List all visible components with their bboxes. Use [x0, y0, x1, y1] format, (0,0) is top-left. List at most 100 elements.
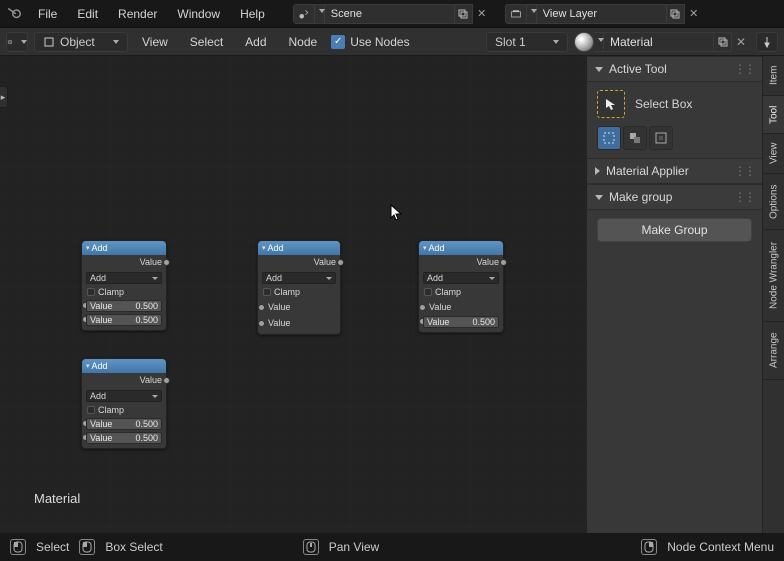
slot-selector[interactable]: Slot 1	[486, 32, 568, 52]
top-menubar: File Edit Render Window Help Scene ✕ Vie…	[0, 0, 784, 28]
node-math-add-1[interactable]: Add Value Add Clamp Value0.500 Value0.50…	[81, 240, 167, 331]
select-box-tool-icon[interactable]	[597, 90, 625, 118]
node-math-add-4[interactable]: Add Value Add Clamp Value Value0.500	[418, 240, 504, 333]
select-mode-set[interactable]	[597, 126, 621, 150]
tab-options[interactable]: Options	[763, 174, 784, 230]
editor-type-selector[interactable]	[6, 32, 28, 52]
drag-grip-icon[interactable]: ⋮⋮	[734, 62, 754, 76]
mouse-middle-icon	[303, 539, 319, 555]
menu-node[interactable]: Node	[281, 35, 326, 49]
tab-node-wrangler[interactable]: Node Wrangler	[763, 230, 784, 322]
status-box-select: Box Select	[105, 540, 162, 554]
section-material-applier[interactable]: Material Applier ⋮⋮	[587, 158, 762, 184]
clamp-checkbox[interactable]: Clamp	[86, 286, 162, 298]
menu-help[interactable]: Help	[232, 4, 273, 24]
viewlayer-browse[interactable]	[527, 4, 537, 24]
disclosure-icon	[595, 195, 603, 200]
menu-edit[interactable]: Edit	[69, 4, 106, 24]
material-new-button[interactable]	[714, 32, 732, 52]
tab-view[interactable]: View	[763, 134, 784, 174]
tab-tool[interactable]: Tool	[763, 96, 784, 134]
active-tool-display: Select Box	[597, 90, 752, 118]
socket-in[interactable]	[419, 304, 426, 311]
select-mode-extend[interactable]	[623, 126, 647, 150]
active-tool-label: Select Box	[635, 97, 692, 111]
viewlayer-new-button[interactable]	[667, 4, 685, 24]
node-title[interactable]: Add	[258, 241, 340, 255]
scene-browse[interactable]	[315, 4, 325, 24]
scene-name-input[interactable]: Scene	[325, 4, 455, 24]
viewlayer-name-input[interactable]: View Layer	[537, 4, 667, 24]
status-bar: Select Box Select Pan View Node Context …	[0, 533, 784, 561]
checkbox-icon: ✓	[331, 35, 345, 49]
operation-dropdown[interactable]: Add	[423, 272, 499, 284]
material-path-label: Material	[34, 491, 80, 506]
mouse-right-icon	[641, 539, 657, 555]
socket-out[interactable]	[500, 259, 507, 266]
socket-out[interactable]	[163, 377, 170, 384]
node-title[interactable]: Add	[419, 241, 503, 255]
tab-item[interactable]: Item	[763, 56, 784, 96]
toolbar-expand-handle[interactable]: ▸	[0, 86, 8, 108]
node-title[interactable]: Add	[82, 241, 166, 255]
use-nodes-label: Use Nodes	[350, 35, 409, 49]
menu-view[interactable]: View	[134, 35, 176, 49]
n-panel: Active Tool ⋮⋮ Select Box Materi	[586, 56, 784, 533]
node-output-value: Value	[419, 255, 503, 269]
status-pan-view: Pan View	[329, 540, 379, 554]
section-make-group[interactable]: Make group ⋮⋮	[587, 184, 762, 210]
node-title[interactable]: Add	[82, 359, 166, 373]
viewlayer-icon[interactable]	[505, 4, 527, 24]
node-math-add-3[interactable]: Add Value Add Clamp Value Value	[257, 240, 341, 335]
socket-in[interactable]	[258, 320, 265, 327]
operation-dropdown[interactable]: Add	[262, 272, 336, 284]
menu-select[interactable]: Select	[182, 35, 231, 49]
menu-file[interactable]: File	[30, 4, 65, 24]
node-editor-viewport[interactable]: ▸ Add Value Add Clamp Value0.500 Value0.…	[0, 56, 586, 533]
section-title: Make group	[609, 190, 672, 204]
operation-dropdown[interactable]: Add	[86, 390, 162, 402]
menu-render[interactable]: Render	[110, 4, 165, 24]
drag-grip-icon[interactable]: ⋮⋮	[734, 164, 754, 178]
scene-delete-button[interactable]: ✕	[473, 4, 491, 24]
input-label: Value	[423, 302, 451, 312]
socket-out[interactable]	[163, 259, 170, 266]
n-panel-tabs: Item Tool View Options Node Wrangler Arr…	[762, 56, 784, 533]
status-context-menu: Node Context Menu	[667, 540, 774, 554]
node-math-add-2[interactable]: Add Value Add Clamp Value0.500 Value0.50…	[81, 358, 167, 449]
viewlayer-delete-button[interactable]: ✕	[685, 4, 703, 24]
value-field-2[interactable]: Value0.500	[423, 316, 499, 328]
socket-in[interactable]	[258, 304, 265, 311]
material-browse[interactable]	[594, 32, 604, 52]
socket-out[interactable]	[337, 259, 344, 266]
select-mode-buttons	[597, 126, 752, 150]
make-group-button[interactable]: Make Group	[597, 218, 752, 242]
value-field-2[interactable]: Value0.500	[86, 314, 162, 326]
scene-icon[interactable]	[293, 4, 315, 24]
disclosure-icon	[595, 67, 603, 72]
material-datablock: Material ✕	[574, 32, 750, 52]
menu-add[interactable]: Add	[237, 35, 274, 49]
use-nodes-toggle[interactable]: ✓ Use Nodes	[331, 35, 409, 49]
tab-arrange[interactable]: Arrange	[763, 322, 784, 380]
mouse-left-drag-icon	[79, 539, 95, 555]
clamp-checkbox[interactable]: Clamp	[423, 286, 499, 298]
menu-window[interactable]: Window	[169, 4, 228, 24]
value-field-1[interactable]: Value0.500	[86, 300, 162, 312]
object-mode-selector[interactable]: Object	[34, 32, 128, 52]
operation-dropdown[interactable]: Add	[86, 272, 162, 284]
pin-toggle[interactable]	[756, 32, 778, 52]
select-mode-subtract[interactable]	[649, 126, 673, 150]
material-unlink-button[interactable]: ✕	[732, 32, 750, 52]
value-field-1[interactable]: Value0.500	[86, 418, 162, 430]
value-field-2[interactable]: Value0.500	[86, 432, 162, 444]
clamp-checkbox[interactable]: Clamp	[262, 286, 336, 298]
input-label: Value	[262, 318, 290, 328]
drag-grip-icon[interactable]: ⋮⋮	[734, 190, 754, 204]
disclosure-icon	[595, 167, 600, 175]
scene-new-button[interactable]	[455, 4, 473, 24]
clamp-checkbox[interactable]: Clamp	[86, 404, 162, 416]
section-active-tool[interactable]: Active Tool ⋮⋮	[587, 56, 762, 82]
material-sphere-icon[interactable]	[574, 32, 594, 52]
material-name-input[interactable]: Material	[604, 32, 714, 52]
